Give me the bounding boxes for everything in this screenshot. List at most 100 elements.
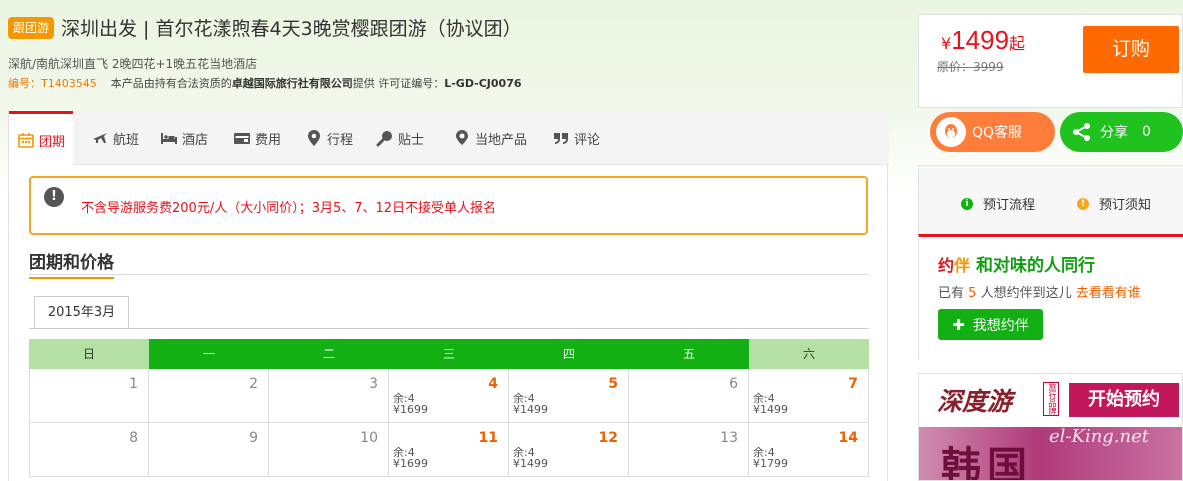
- quote-icon: [552, 129, 570, 147]
- booking-process-link[interactable]: i 预订流程: [961, 194, 1035, 213]
- ad-headline: 韩国: [941, 443, 1033, 481]
- book-button[interactable]: 订购: [1083, 26, 1179, 73]
- weekday-sun: 日: [29, 339, 149, 369]
- day-number: 10: [360, 430, 378, 446]
- ad-brand: 深度游: [937, 387, 1013, 416]
- tab-itinerary[interactable]: 行程: [305, 111, 353, 165]
- tab-reviews-label: 评论: [574, 132, 601, 148]
- magnifier-icon: [376, 129, 394, 147]
- calendar-header: 日 一 二 三 四 五 六: [29, 339, 869, 369]
- calendar-day: 6: [629, 369, 749, 423]
- tab-hotel-label: 酒店: [182, 132, 209, 148]
- ad-seal: 旅行品牌: [1043, 382, 1059, 416]
- tab-dates[interactable]: 团期: [9, 111, 74, 166]
- exclamation-icon: !: [44, 187, 64, 207]
- day-price: ¥1499: [513, 403, 548, 416]
- calendar-day: 1: [29, 369, 149, 423]
- tab-local-products[interactable]: 当地产品: [453, 111, 527, 165]
- weekday-tue: 二: [269, 339, 389, 369]
- currency-symbol: ¥: [941, 34, 952, 53]
- day-number: 5: [608, 376, 618, 392]
- notice-text: 不含导游服务费200元/人（大小同价）；3月5、7、12日不接受单人报名: [81, 201, 497, 216]
- notice-icon-area: !: [31, 178, 77, 233]
- section-divider: [29, 274, 869, 275]
- ad-banner[interactable]: 深度游 旅行品牌 开始预约 韩国 el-King.net: [918, 373, 1183, 481]
- tab-cost[interactable]: 费用: [233, 111, 281, 165]
- tab-tips[interactable]: 贴士: [376, 111, 424, 165]
- share-icon: [1068, 118, 1096, 146]
- day-number: 4: [488, 376, 498, 392]
- day-number: 2: [249, 376, 258, 392]
- contact-share-bar: QQ客服 分享 0: [918, 111, 1183, 165]
- day-price: ¥1799: [753, 457, 788, 470]
- tab-flight[interactable]: 航班: [91, 111, 139, 165]
- day-number: 14: [838, 430, 858, 446]
- day-price: ¥1499: [753, 403, 788, 416]
- ad-watermark: el-King.net: [1049, 426, 1150, 447]
- see-who-link[interactable]: 去看看有谁: [1076, 286, 1141, 301]
- tab-local-products-label: 当地产品: [475, 132, 528, 148]
- calendar-week: 8 9 10 11 余:4 ¥1699 12 余:4 ¥1499 13 14 余:4 ¥17…: [29, 423, 869, 477]
- calendar: 日 一 二 三 四 五 六 1 2 3 4 余:4 ¥1699 5 余:4 ¥1499 …: [29, 339, 869, 477]
- calendar-day: 10: [269, 423, 389, 477]
- partner-logo-a: 约: [938, 256, 955, 275]
- booking-process-label: 预订流程: [983, 198, 1036, 213]
- product-subtitle: 深航/南航深圳直飞 2晚四花+1晚五花当地酒店: [8, 57, 258, 71]
- plus-icon: ✚: [952, 315, 965, 334]
- weekday-wed: 三: [389, 339, 509, 369]
- tab-bar: 团期 航班 酒店 费用 行程 贴士 当地产品 评论: [9, 111, 889, 166]
- price: ¥1499起: [941, 25, 1025, 56]
- partner-info-prefix: 已有: [938, 286, 965, 301]
- license-number: L-GD-CJ0076: [444, 77, 522, 90]
- weekday-thu: 四: [509, 339, 629, 369]
- day-number: 6: [729, 376, 738, 392]
- day-number: 13: [720, 430, 738, 446]
- product-meta: 编号：T1403545 本产品由持有合法资质的卓越国际旅行社有限公司提供 许可证编…: [8, 75, 522, 91]
- location-pin-icon: [305, 129, 323, 147]
- page-title: 深圳出发 | 首尔花漾煦春4天3晚赏樱跟团游（协议团）: [61, 18, 522, 40]
- booking-notice-link[interactable]: ! 预订须知: [1077, 194, 1151, 213]
- want-partner-button[interactable]: ✚ 我想约伴: [938, 309, 1043, 340]
- share-button[interactable]: 分享 0: [1060, 112, 1183, 152]
- tab-tips-label: 贴士: [398, 132, 425, 148]
- calendar-day-available[interactable]: 11 余:4 ¥1699: [389, 423, 509, 477]
- day-number: 3: [369, 376, 378, 392]
- day-number: 11: [478, 430, 498, 446]
- code-label: 编号：: [8, 77, 41, 90]
- day-price: ¥1699: [393, 457, 428, 470]
- bed-icon: [160, 129, 178, 147]
- tab-dates-label: 团期: [39, 134, 66, 150]
- partner-logo-b: 伴: [954, 256, 971, 275]
- qq-service-button[interactable]: QQ客服: [930, 112, 1055, 152]
- partner-info: 已有 5 人想约伴到这儿 去看看有谁: [938, 282, 1141, 301]
- main-panel: 团期 航班 酒店 费用 行程 贴士 当地产品 评论 ! 不含导游服务费200元/…: [8, 111, 889, 481]
- wallet-icon: [233, 129, 251, 147]
- qq-service-label: QQ客服: [972, 125, 1023, 141]
- weekday-fri: 五: [629, 339, 749, 369]
- month-divider: [29, 328, 869, 329]
- info-icon: i: [961, 197, 973, 210]
- calendar-day-available[interactable]: 4 余:4 ¥1699: [389, 369, 509, 423]
- calendar-day: 2: [149, 369, 269, 423]
- calendar-day-available[interactable]: 14 余:4 ¥1799: [749, 423, 869, 477]
- ad-cta[interactable]: 开始预约: [1069, 383, 1179, 417]
- calendar-icon: [17, 131, 35, 149]
- tab-reviews[interactable]: 评论: [552, 111, 600, 165]
- booking-notice-label: 预订须知: [1099, 198, 1152, 213]
- day-price: ¥1499: [513, 457, 548, 470]
- calendar-day-available[interactable]: 7 余:4 ¥1499: [749, 369, 869, 423]
- product-code: T1403545: [41, 77, 97, 90]
- weekday-mon: 一: [149, 339, 269, 369]
- day-number: 1: [129, 376, 138, 392]
- tour-type-badge: 跟团游: [8, 17, 55, 39]
- provider-suffix: 提供 许可证编号：: [352, 77, 445, 90]
- travel-partner-box: 约伴 和对味的人同行 已有 5 人想约伴到这儿 去看看有谁 ✚ 我想约伴: [918, 234, 1183, 359]
- plane-icon: [91, 129, 109, 147]
- tab-hotel[interactable]: 酒店: [160, 111, 208, 165]
- notice-box: ! 不含导游服务费200元/人（大小同价）；3月5、7、12日不接受单人报名: [29, 176, 868, 235]
- calendar-day: 13: [629, 423, 749, 477]
- month-tab[interactable]: 2015年3月: [34, 296, 129, 329]
- partner-count: 5: [968, 286, 977, 301]
- calendar-day-available[interactable]: 12 余:4 ¥1499: [509, 423, 629, 477]
- calendar-day-available[interactable]: 5 余:4 ¥1499: [509, 369, 629, 423]
